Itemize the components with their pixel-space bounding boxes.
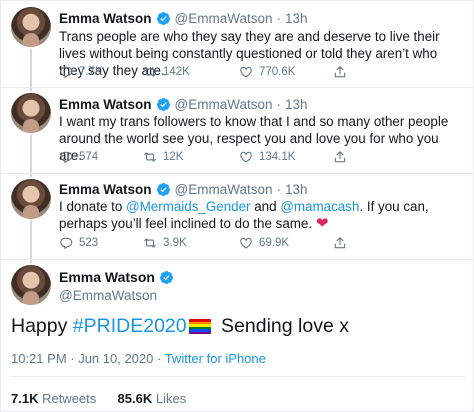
retweets-count: 7.1K bbox=[11, 391, 39, 406]
author-name[interactable]: Emma Watson bbox=[59, 11, 152, 26]
red-heart-emoji: ❤ bbox=[315, 215, 329, 232]
tweet-source-link[interactable]: Twitter for iPhone bbox=[165, 351, 266, 366]
tweet-text-part: Sending love x bbox=[215, 315, 349, 337]
separator-dot: · bbox=[276, 181, 282, 197]
main-tweet-header: Emma Watson @EmmaWatson bbox=[59, 269, 178, 303]
retweet-icon bbox=[144, 238, 156, 248]
share-icon bbox=[334, 237, 346, 249]
tweet-time[interactable]: 13h bbox=[285, 182, 308, 197]
share-icon bbox=[334, 151, 346, 163]
retweet-count: 3.9K bbox=[163, 237, 187, 249]
tweet-time[interactable]: 13h bbox=[285, 11, 308, 26]
tweet-actions: 523 3.9K 69.9K bbox=[59, 235, 419, 251]
like-button[interactable]: 69.9K bbox=[239, 236, 333, 250]
retweet-count: 142K bbox=[163, 66, 190, 78]
divider bbox=[1, 259, 474, 260]
retweet-icon bbox=[144, 152, 156, 162]
verified-badge-icon bbox=[159, 270, 174, 284]
tweet-text-part: Happy bbox=[11, 315, 73, 337]
tweet-actions: 574 12K 134.1K bbox=[59, 149, 419, 165]
reply-count: 7.7K bbox=[79, 66, 103, 78]
tweet-header: Emma Watson @EmmaWatson · 13h bbox=[59, 180, 308, 198]
divider bbox=[11, 376, 465, 377]
reply-button[interactable]: 7.7K bbox=[59, 65, 143, 79]
mention-link[interactable]: @Mermaids_Gender bbox=[126, 199, 251, 214]
author-name-row: Emma Watson bbox=[59, 269, 178, 285]
tweet-time[interactable]: 13h bbox=[285, 97, 308, 112]
author-handle[interactable]: @EmmaWatson bbox=[175, 11, 273, 26]
share-button[interactable] bbox=[333, 150, 373, 164]
author-handle[interactable]: @EmmaWatson bbox=[175, 182, 273, 197]
retweet-button[interactable]: 12K bbox=[143, 150, 239, 164]
like-count: 134.1K bbox=[259, 151, 296, 163]
author-handle[interactable]: @EmmaWatson bbox=[59, 288, 178, 303]
share-button[interactable] bbox=[333, 236, 373, 250]
tweet[interactable]: Emma Watson @EmmaWatson · 13h I donate t… bbox=[1, 174, 474, 260]
tweet-meta: 10:21 PM · Jun 10, 2020 · Twitter for iP… bbox=[11, 351, 266, 366]
author-name[interactable]: Emma Watson bbox=[59, 97, 152, 112]
like-count: 69.9K bbox=[259, 237, 290, 249]
rainbow-flag-icon bbox=[188, 319, 211, 334]
retweet-icon bbox=[144, 67, 156, 77]
share-icon bbox=[334, 66, 346, 78]
separator-dot: · bbox=[276, 96, 282, 112]
tweet-thread: Emma Watson @EmmaWatson · 13h Trans peop… bbox=[0, 0, 474, 412]
tweet[interactable]: Emma Watson @EmmaWatson · 13h I want my … bbox=[1, 88, 474, 174]
tweet-header: Emma Watson @EmmaWatson · 13h bbox=[59, 95, 308, 113]
reply-icon bbox=[60, 237, 73, 249]
avatar[interactable] bbox=[11, 179, 51, 219]
retweet-count: 12K bbox=[163, 151, 184, 163]
tweet-stats: 7.1K Retweets 85.6K Likes bbox=[11, 391, 186, 406]
like-button[interactable]: 134.1K bbox=[239, 150, 333, 164]
reply-count: 574 bbox=[79, 151, 99, 163]
verified-badge-icon bbox=[156, 182, 170, 196]
tweet-actions: 7.7K 142K 770.6K bbox=[59, 64, 419, 80]
retweet-button[interactable]: 142K bbox=[143, 65, 239, 79]
separator-dot: · bbox=[276, 10, 282, 26]
author-name[interactable]: Emma Watson bbox=[59, 269, 155, 285]
reply-icon bbox=[60, 66, 73, 78]
verified-badge-icon bbox=[156, 11, 170, 25]
avatar[interactable] bbox=[11, 265, 51, 305]
likes-stat[interactable]: 85.6K Likes bbox=[118, 391, 187, 406]
tweet[interactable]: Emma Watson @EmmaWatson · 13h Trans peop… bbox=[1, 1, 474, 87]
tweet-header: Emma Watson @EmmaWatson · 13h bbox=[59, 9, 308, 27]
retweet-button[interactable]: 3.9K bbox=[143, 236, 239, 250]
hashtag-link[interactable]: #PRIDE2020 bbox=[73, 315, 187, 338]
reply-button[interactable]: 574 bbox=[59, 150, 143, 164]
heart-icon bbox=[240, 66, 252, 78]
reply-button[interactable]: 523 bbox=[59, 236, 143, 250]
retweets-label: Retweets bbox=[38, 391, 97, 406]
author-handle[interactable]: @EmmaWatson bbox=[175, 97, 273, 112]
share-button[interactable] bbox=[333, 65, 373, 79]
like-button[interactable]: 770.6K bbox=[239, 65, 333, 79]
tweet-text: I donate to @Mermaids_Gender and @mamaca… bbox=[59, 198, 459, 232]
heart-icon bbox=[240, 151, 252, 163]
tweet-timestamp[interactable]: 10:21 PM · Jun 10, 2020 · bbox=[11, 351, 165, 366]
tweet-text-part: and bbox=[250, 199, 281, 214]
like-count: 770.6K bbox=[259, 66, 296, 78]
likes-label: Likes bbox=[152, 391, 187, 406]
heart-icon bbox=[240, 237, 252, 249]
verified-badge-icon bbox=[156, 97, 170, 111]
reply-count: 523 bbox=[79, 237, 99, 249]
avatar[interactable] bbox=[11, 93, 51, 133]
main-tweet-text: Happy #PRIDE2020 Sending love x bbox=[11, 315, 349, 338]
reply-icon bbox=[60, 151, 73, 163]
mention-link[interactable]: @mamacash bbox=[280, 199, 359, 214]
retweets-stat[interactable]: 7.1K Retweets bbox=[11, 391, 96, 406]
likes-count: 85.6K bbox=[117, 391, 153, 406]
avatar[interactable] bbox=[11, 7, 51, 47]
tweet-text-part: I donate to bbox=[59, 199, 127, 214]
author-name[interactable]: Emma Watson bbox=[59, 182, 152, 197]
